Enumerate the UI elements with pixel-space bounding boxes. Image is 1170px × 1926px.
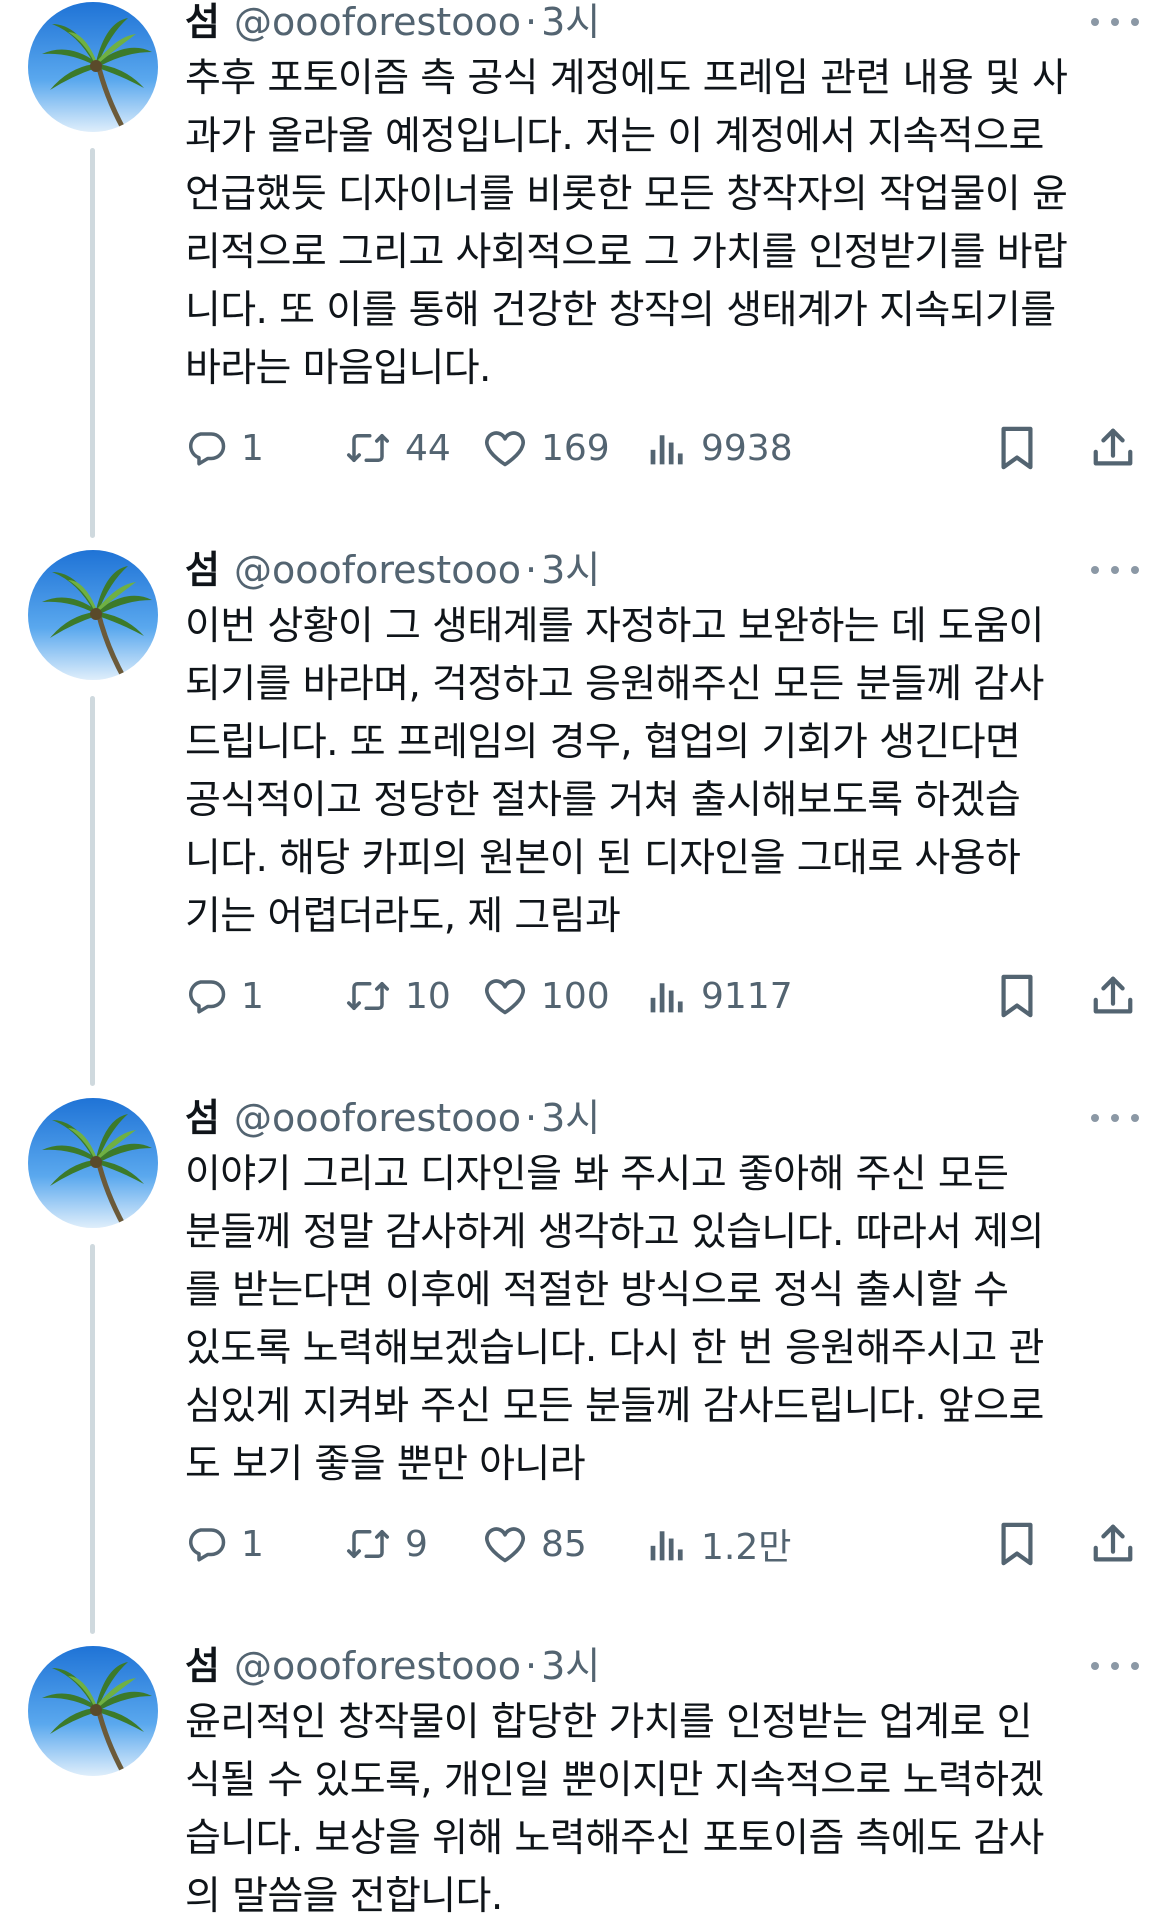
bar-chart-icon xyxy=(650,435,683,465)
retweet-button[interactable]: 44 xyxy=(345,418,451,478)
palm-tree-avatar xyxy=(28,2,158,132)
more-horizontal-icon[interactable] xyxy=(1091,558,1139,582)
author-name[interactable]: 섬 xyxy=(185,1644,220,1688)
views-count: 9117 xyxy=(701,975,793,1017)
like-button[interactable]: 85 xyxy=(483,1514,587,1574)
author-handle[interactable]: @oooforestooo xyxy=(234,1096,521,1140)
retweet-count: 9 xyxy=(405,1523,428,1565)
views-count: 9938 xyxy=(701,427,793,469)
share-button[interactable] xyxy=(1091,418,1135,478)
tweet-actions: 1 44 169 9938 xyxy=(185,418,1145,478)
reply-icon xyxy=(189,980,226,1014)
tweet-time[interactable]: 3시 xyxy=(541,1096,600,1140)
reply-count: 1 xyxy=(241,427,264,469)
palm-tree-avatar xyxy=(28,1098,158,1228)
separator-dot: · xyxy=(524,0,538,44)
tweet-text: 이번 상황이 그 생태계를 자정하고 보완하는 데 도움이 되기를 바라며, 걱… xyxy=(185,604,1044,939)
heart-icon xyxy=(485,431,525,467)
like-count: 169 xyxy=(541,427,610,469)
thread-connector-line xyxy=(90,696,95,1086)
retweet-icon xyxy=(347,1530,389,1558)
bookmark-icon xyxy=(1001,1522,1033,1566)
like-button[interactable]: 169 xyxy=(483,418,610,478)
reply-button[interactable]: 1 xyxy=(185,418,264,478)
author-name[interactable]: 섬 xyxy=(185,548,220,592)
reply-count: 1 xyxy=(241,975,264,1017)
author-handle[interactable]: @oooforestooo xyxy=(234,548,521,592)
like-button[interactable]: 100 xyxy=(483,966,610,1026)
retweet-icon xyxy=(347,982,389,1010)
tweet-time[interactable]: 3시 xyxy=(541,0,600,44)
bookmark-button[interactable] xyxy=(997,966,1037,1026)
tweet-time[interactable]: 3시 xyxy=(541,1644,600,1688)
share-button[interactable] xyxy=(1091,1514,1135,1574)
avatar[interactable] xyxy=(28,2,158,132)
author-handle[interactable]: @oooforestooo xyxy=(234,0,521,44)
reply-button[interactable]: 1 xyxy=(185,1514,264,1574)
retweet-button[interactable]: 9 xyxy=(345,1514,428,1574)
tweet-text: 이야기 그리고 디자인을 봐 주시고 좋아해 주신 모든 분들께 정말 감사하게… xyxy=(185,1152,1044,1487)
thread-connector-line xyxy=(90,1244,95,1634)
reply-button[interactable]: 1 xyxy=(185,966,264,1026)
tweet-header: 섬 @oooforestooo · 3시 xyxy=(185,548,1145,592)
tweet-actions: 1 10 100 9117 xyxy=(185,966,1145,1026)
more-horizontal-icon[interactable] xyxy=(1091,1106,1139,1130)
thread: 섬 @oooforestooo · 3시 추후 포토이즘 측 공식 계정에도 프… xyxy=(0,0,1170,1921)
bookmark-icon xyxy=(1001,426,1033,470)
share-icon xyxy=(1093,1524,1133,1562)
more-horizontal-icon[interactable] xyxy=(1091,1654,1139,1678)
tweet-actions: 1 9 85 1.2만 xyxy=(185,1514,1145,1574)
palm-tree-avatar xyxy=(28,1646,158,1776)
bar-chart-icon xyxy=(650,983,683,1013)
retweet-button[interactable]: 10 xyxy=(345,966,451,1026)
palm-tree-avatar xyxy=(28,550,158,680)
reply-icon xyxy=(189,1528,226,1562)
bookmark-icon xyxy=(1001,974,1033,1018)
author-handle[interactable]: @oooforestooo xyxy=(234,1644,521,1688)
reply-icon xyxy=(189,432,226,466)
views-button[interactable]: 9938 xyxy=(647,418,793,478)
tweet-time[interactable]: 3시 xyxy=(541,548,600,592)
reply-count: 1 xyxy=(241,1523,264,1565)
avatar[interactable] xyxy=(28,1646,158,1776)
separator-dot: · xyxy=(524,548,538,592)
views-button[interactable]: 1.2만 xyxy=(647,1514,791,1574)
tweet-text: 추후 포토이즘 측 공식 계정에도 프레임 관련 내용 및 사 과가 올라올 예… xyxy=(185,56,1068,391)
tweet[interactable]: 섬 @oooforestooo · 3시 이야기 그리고 디자인을 봐 주시고 … xyxy=(0,1096,1170,1644)
author-name[interactable]: 섬 xyxy=(185,0,220,44)
tweet-header: 섬 @oooforestooo · 3시 xyxy=(185,1644,1145,1688)
tweet-header: 섬 @oooforestooo · 3시 xyxy=(185,0,1145,44)
retweet-icon xyxy=(347,434,389,462)
views-count: 1.2만 xyxy=(701,1527,792,1568)
share-icon xyxy=(1093,976,1133,1014)
retweet-count: 10 xyxy=(405,975,451,1017)
thread-connector-line xyxy=(90,148,95,538)
like-count: 100 xyxy=(541,975,610,1017)
share-button[interactable] xyxy=(1091,966,1135,1026)
bookmark-button[interactable] xyxy=(997,418,1037,478)
tweet-text: 윤리적인 창작물이 합당한 가치를 인정받는 업계로 인 식될 수 있도록, 개… xyxy=(185,1700,1044,1919)
bar-chart-icon xyxy=(650,1531,683,1561)
bookmark-button[interactable] xyxy=(997,1514,1037,1574)
share-icon xyxy=(1093,428,1133,466)
tweet[interactable]: 섬 @oooforestooo · 3시 추후 포토이즘 측 공식 계정에도 프… xyxy=(0,0,1170,548)
views-button[interactable]: 9117 xyxy=(647,966,793,1026)
tweet[interactable]: 섬 @oooforestooo · 3시 윤리적인 창작물이 합당한 가치를 인… xyxy=(0,1644,1170,1921)
avatar[interactable] xyxy=(28,1098,158,1228)
tweet-header: 섬 @oooforestooo · 3시 xyxy=(185,1096,1145,1140)
avatar[interactable] xyxy=(28,550,158,680)
more-horizontal-icon[interactable] xyxy=(1091,10,1139,34)
tweet[interactable]: 섬 @oooforestooo · 3시 이번 상황이 그 생태계를 자정하고 … xyxy=(0,548,1170,1096)
separator-dot: · xyxy=(524,1644,538,1688)
like-count: 85 xyxy=(541,1523,587,1565)
separator-dot: · xyxy=(524,1096,538,1140)
heart-icon xyxy=(485,1527,525,1563)
heart-icon xyxy=(485,979,525,1015)
author-name[interactable]: 섬 xyxy=(185,1096,220,1140)
retweet-count: 44 xyxy=(405,427,451,469)
